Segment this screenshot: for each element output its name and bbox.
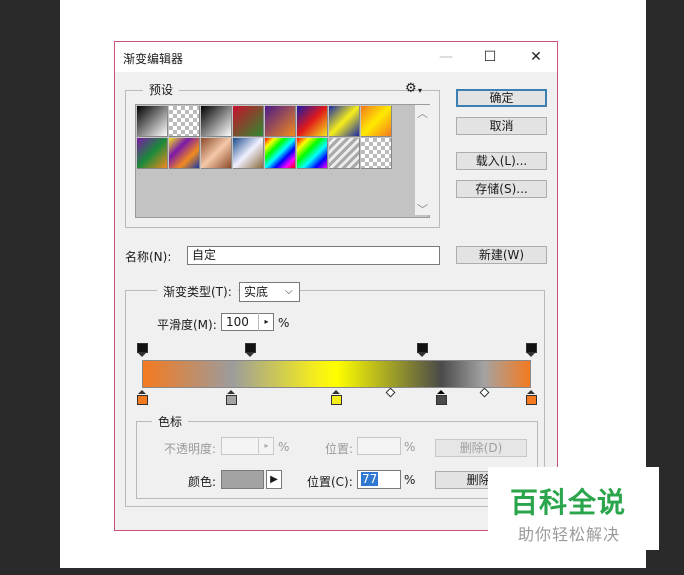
watermark: 百科全说 助你轻松解决 <box>488 467 659 550</box>
opacity-stop[interactable] <box>416 343 428 357</box>
color-label: 颜色: <box>188 475 217 489</box>
opacity-location-label: 位置: <box>325 442 354 456</box>
opacity-location-unit: % <box>404 440 416 454</box>
chevron-down-icon: ⌵ <box>285 286 293 297</box>
opacity-location-input <box>357 437 401 455</box>
preset-swatch-blue-yellow-blue[interactable] <box>329 106 360 137</box>
smoothness-label: 平滑度(M): <box>157 318 217 332</box>
stops-legend: 色标 <box>152 413 189 430</box>
arrow-right-icon: ▸ <box>258 437 274 455</box>
preset-swatch-orange-yellow-orange[interactable] <box>361 106 392 137</box>
preset-swatch-violet-orange[interactable] <box>265 106 296 137</box>
preset-swatch-red-green[interactable] <box>233 106 264 137</box>
preset-swatch-blue-red-yellow[interactable] <box>297 106 328 137</box>
color-stop-selected[interactable] <box>436 390 448 405</box>
title-bar[interactable]: 渐变编辑器 — ☐ ✕ <box>115 42 557 72</box>
preset-swatch-transparent-white[interactable] <box>169 106 200 137</box>
window-title: 渐变编辑器 <box>123 52 184 66</box>
preset-swatch-copper[interactable] <box>201 138 232 169</box>
background-bottom <box>0 568 684 575</box>
cancel-button[interactable]: 取消 <box>456 117 547 135</box>
opacity-unit: % <box>278 440 290 454</box>
color-menu-icon[interactable]: ▶ <box>266 470 282 489</box>
load-button[interactable]: 载入(L)... <box>456 152 547 170</box>
color-location-unit: % <box>404 473 416 487</box>
smoothness-input[interactable]: 100 ▸ <box>221 313 274 331</box>
preset-swatch-chrome[interactable] <box>233 138 264 169</box>
gradient-type-select[interactable]: 实底 ⌵ <box>239 282 300 302</box>
preset-swatch-spectrum[interactable] <box>265 138 296 169</box>
preset-scrollbar[interactable]: ︿ ﹀ <box>415 105 431 217</box>
color-stop[interactable] <box>225 390 237 405</box>
gradient-type-value: 实底 <box>244 285 269 299</box>
preset-swatch-black-transparent[interactable] <box>201 106 232 137</box>
opacity-label: 不透明度: <box>164 442 217 456</box>
color-location-input[interactable]: 77 <box>357 470 401 489</box>
watermark-subtitle: 助你轻松解决 <box>518 525 621 544</box>
opacity-stop[interactable] <box>525 343 537 357</box>
color-stop[interactable] <box>525 390 537 405</box>
name-input[interactable]: 自定 <box>187 246 440 265</box>
opacity-stop[interactable] <box>245 343 257 357</box>
new-button[interactable]: 新建(W) <box>456 246 547 264</box>
gradient-type-label: 渐变类型(T): <box>157 283 238 300</box>
background-left <box>0 0 60 575</box>
scroll-up-icon[interactable]: ︿ <box>417 105 428 121</box>
smoothness-value: 100 <box>226 315 249 329</box>
minimize-button[interactable]: — <box>433 46 459 68</box>
save-button[interactable]: 存储(S)... <box>456 180 547 198</box>
color-location-value: 77 <box>361 472 379 486</box>
smoothness-unit: % <box>278 316 290 330</box>
preset-swatch-black-white[interactable] <box>137 106 168 137</box>
color-stop[interactable] <box>331 390 342 405</box>
scroll-down-icon[interactable]: ﹀ <box>417 201 428 217</box>
preset-swatch-transparent-rainbow[interactable] <box>297 138 328 169</box>
gradient-preview-bar[interactable] <box>142 360 531 388</box>
ok-button[interactable]: 确定 <box>456 89 547 107</box>
opacity-stop[interactable] <box>136 343 148 357</box>
delete-opacity-stop-button: 删除(D) <box>435 439 527 457</box>
watermark-title: 百科全说 <box>510 486 627 519</box>
opacity-input: ▸ <box>221 437 274 455</box>
presets-legend: 预设 <box>143 81 180 98</box>
close-button[interactable]: ✕ <box>523 46 549 68</box>
preset-swatch-transparent-stripes[interactable] <box>329 138 360 169</box>
color-stop[interactable] <box>136 390 148 405</box>
preset-swatch-yellow-violet-orange-blue[interactable] <box>169 138 200 169</box>
color-location-label: 位置(C): <box>307 475 353 489</box>
preset-swatch-violet-green-orange[interactable] <box>137 138 168 169</box>
preset-swatch-transparent[interactable] <box>361 138 392 169</box>
name-label: 名称(N): <box>125 250 172 264</box>
arrow-right-icon[interactable]: ▸ <box>258 313 274 331</box>
maximize-button[interactable]: ☐ <box>477 46 503 68</box>
gear-icon[interactable]: ⚙ <box>405 81 417 96</box>
chevron-down-icon[interactable]: ▾ <box>418 86 422 95</box>
color-swatch[interactable] <box>221 470 264 489</box>
